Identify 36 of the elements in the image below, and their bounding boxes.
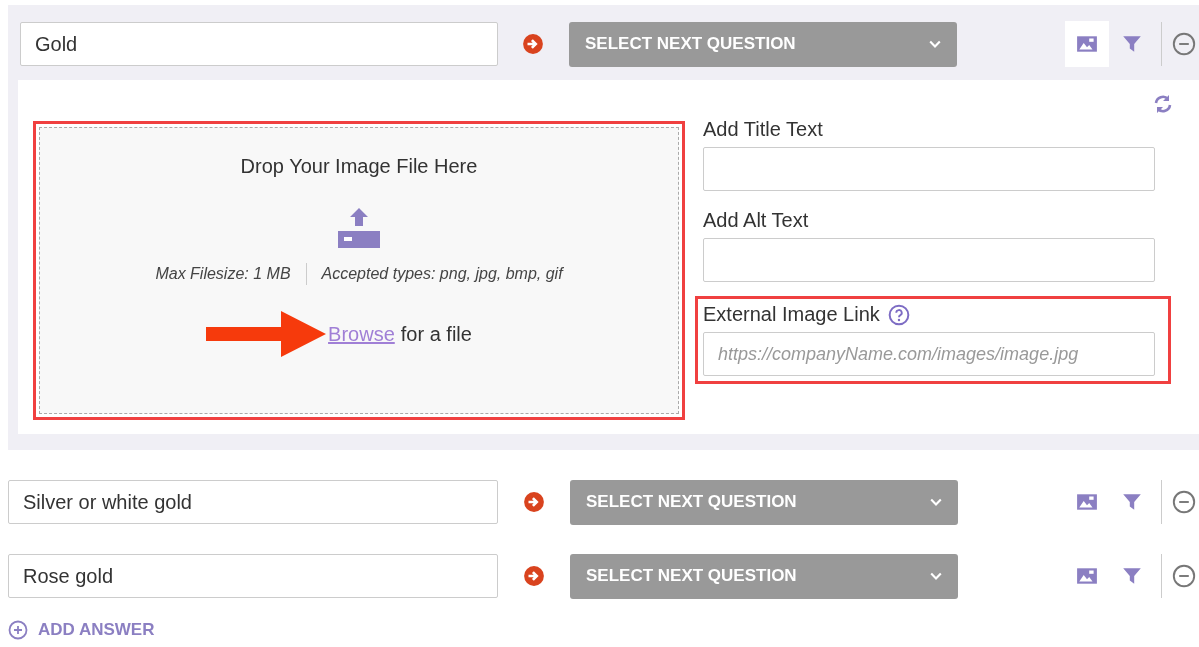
- arrow-right-icon[interactable]: [523, 491, 545, 513]
- arrow-right-icon[interactable]: [523, 565, 545, 587]
- answer-field[interactable]: Silver or white gold: [8, 480, 498, 524]
- alt-text-field[interactable]: [703, 238, 1155, 282]
- plus-icon: [8, 620, 28, 640]
- chevron-down-icon: [930, 498, 942, 506]
- drop-title: Drop Your Image File Here: [240, 155, 478, 178]
- upload-icon: [338, 207, 380, 249]
- next-question-dropdown[interactable]: SELECT NEXT QUESTION: [569, 21, 957, 67]
- image-icon: [1076, 567, 1098, 585]
- answer-field[interactable]: Rose gold: [8, 554, 498, 598]
- max-filesize: Max Filesize: 1 MB: [155, 265, 291, 283]
- refresh-icon[interactable]: [1153, 94, 1173, 114]
- image-button[interactable]: [1065, 21, 1109, 67]
- field-label: External Image Link: [703, 303, 880, 326]
- answer-field[interactable]: Gold: [20, 22, 498, 66]
- next-question-dropdown[interactable]: SELECT NEXT QUESTION: [570, 553, 958, 599]
- browse-text: for a file: [400, 322, 472, 346]
- add-answer-button[interactable]: ADD ANSWER: [8, 620, 155, 640]
- next-question-dropdown[interactable]: SELECT NEXT QUESTION: [570, 479, 958, 525]
- help-icon[interactable]: [887, 303, 910, 326]
- image-link-field[interactable]: https://companyName.com/images/image.jpg: [703, 332, 1155, 376]
- image-icon: [1076, 35, 1098, 53]
- remove-icon[interactable]: [1172, 490, 1196, 514]
- chevron-down-icon: [929, 40, 941, 48]
- title-text-field[interactable]: [703, 147, 1155, 191]
- accepted-types: Accepted types: png, jpg, bmp, gif: [321, 265, 563, 283]
- remove-icon[interactable]: [1172, 32, 1196, 56]
- drop-zone[interactable]: Drop Your Image File Here Max Filesize: 1 MB Accepted types: png, jpg, bmp, gif Browse for a file: [39, 127, 679, 414]
- field-label: Add Alt Text: [703, 209, 810, 232]
- browse-link[interactable]: Browse: [328, 322, 395, 346]
- chevron-down-icon: [930, 572, 942, 580]
- arrow-right-icon[interactable]: [522, 33, 544, 55]
- field-label: Add Title Text: [703, 118, 824, 141]
- image-icon: [1076, 493, 1098, 511]
- remove-icon[interactable]: [1172, 564, 1196, 588]
